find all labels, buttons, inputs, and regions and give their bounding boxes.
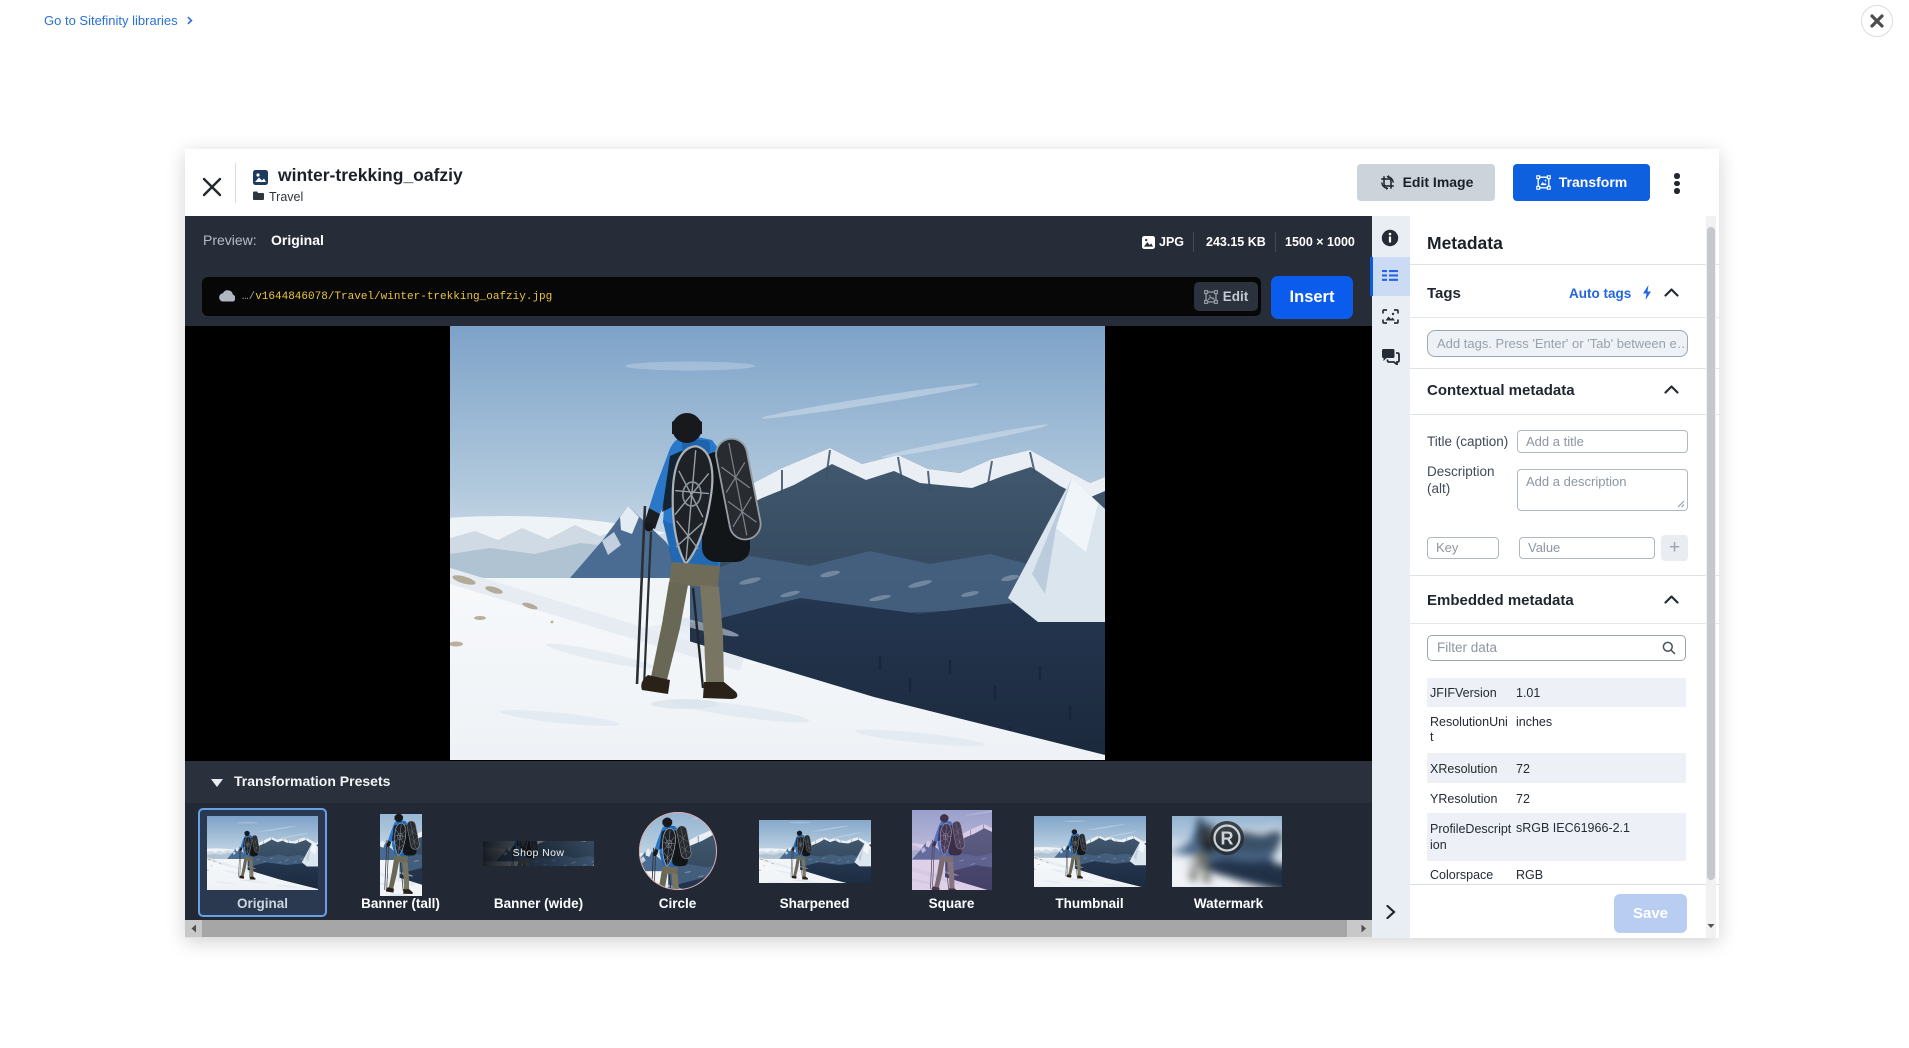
svg-text:R: R: [1221, 829, 1234, 849]
